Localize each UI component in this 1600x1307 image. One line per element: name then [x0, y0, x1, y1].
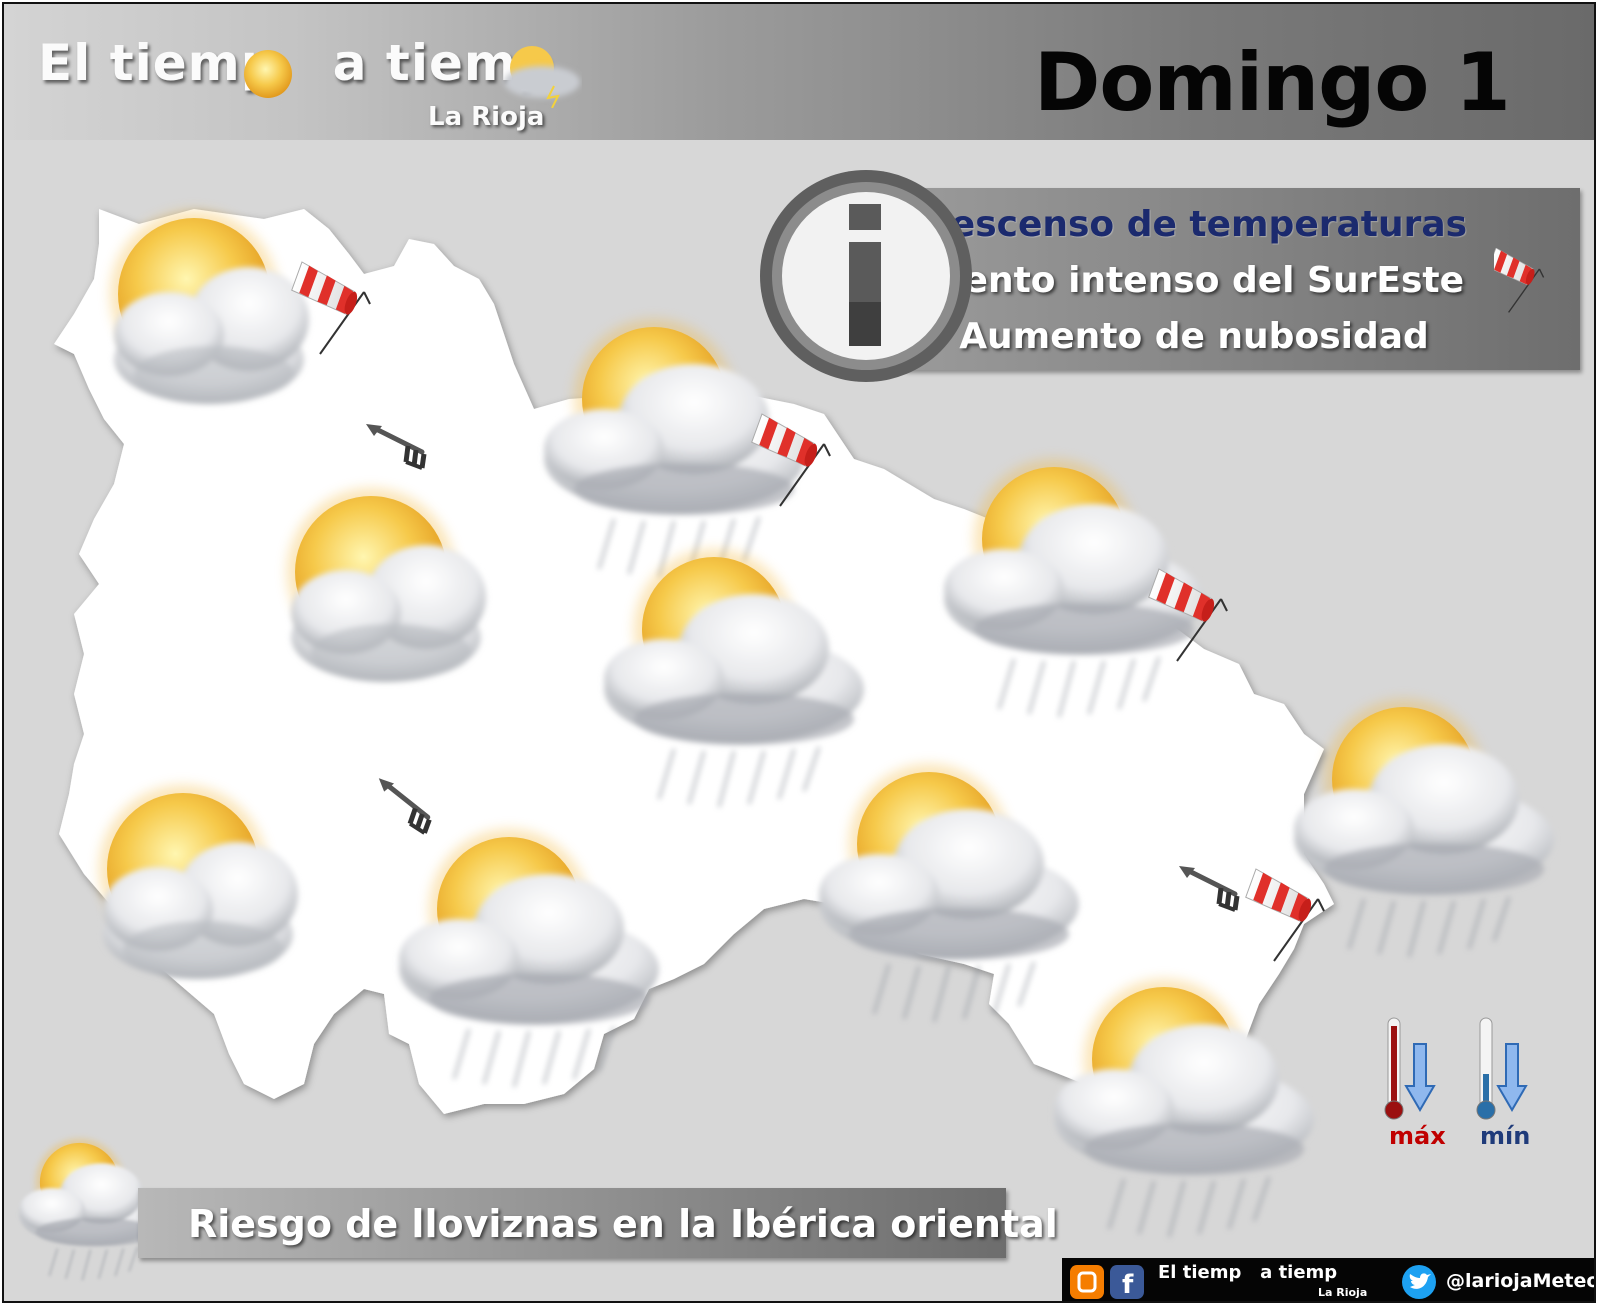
risk-text: Riesgo de lloviznas en la Ibérica orient… [188, 1202, 1058, 1246]
day-title: Domingo 1 [1034, 36, 1511, 129]
info-line-wind: Viento intenso del SurEste [923, 260, 1465, 301]
twitter-handle[interactable]: @lariojaMeteo [1446, 1270, 1594, 1292]
map-frame: El tiemp a tiemp La Rioja Domingo 1 Desc… [2, 2, 1596, 1303]
info-panel: Descenso de temperaturas Viento intenso … [904, 188, 1580, 370]
footer-bar: f El tiemp a tiemp La Rioja @lariojaMete… [1062, 1258, 1594, 1301]
info-icon [760, 170, 972, 382]
info-line-temperature: Descenso de temperaturas [920, 204, 1468, 245]
header-bar: El tiemp a tiemp La Rioja Domingo 1 [4, 4, 1594, 140]
sun-cloud-icon [1294, 699, 1554, 957]
info-line-clouds: Aumento de nubosidad [959, 316, 1429, 357]
sun-storm-logo-icon [504, 46, 580, 108]
svg-text:f: f [1122, 1270, 1134, 1299]
facebook-icon[interactable]: f [1110, 1265, 1144, 1300]
legend-max-label: máx [1389, 1122, 1446, 1150]
thermometer-max-icon [1384, 1017, 1436, 1120]
risk-banner: Riesgo de lloviznas en la Ibérica orient… [138, 1188, 1058, 1258]
footer-brand-subtitle: La Rioja [1318, 1286, 1368, 1299]
thermometer-min-icon [1476, 1017, 1528, 1120]
twitter-icon[interactable] [1402, 1265, 1436, 1299]
legend-min-label: mín [1480, 1122, 1531, 1150]
brand-subtitle: La Rioja [428, 102, 545, 132]
windsock-icon [1494, 248, 1545, 314]
blogger-icon[interactable] [1070, 1265, 1104, 1299]
sun-logo-icon [244, 50, 292, 98]
footer-brand: El tiemp a tiemp [1158, 1262, 1338, 1283]
